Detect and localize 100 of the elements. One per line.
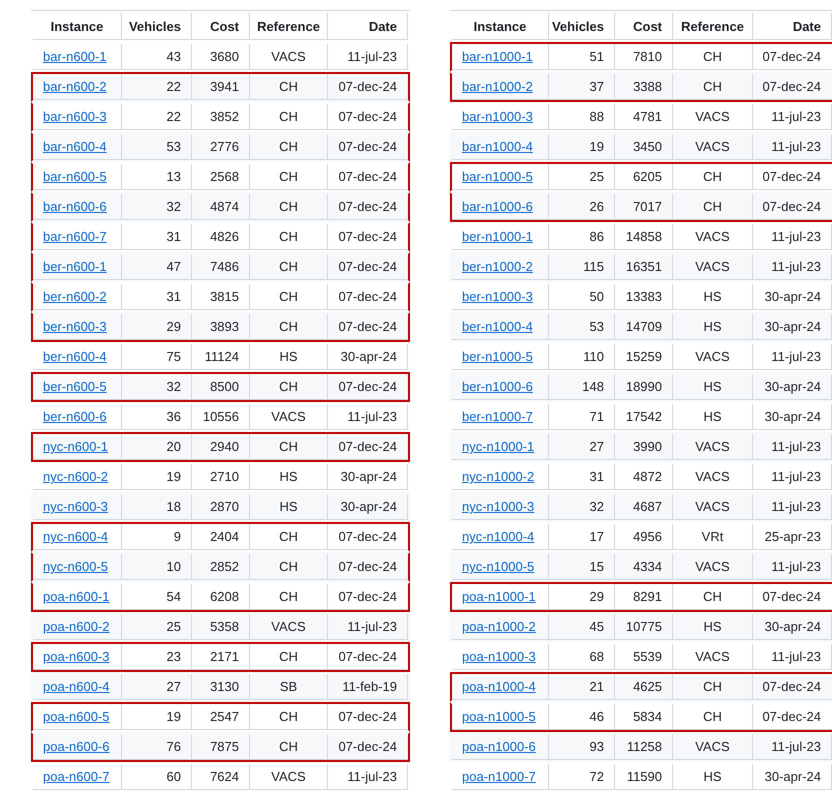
instance-link[interactable]: poa-n600-2 <box>43 619 110 634</box>
instance-link[interactable]: bar-n600-2 <box>43 79 107 94</box>
instance-link[interactable]: nyc-n600-3 <box>43 499 108 514</box>
instance-link[interactable]: nyc-n1000-3 <box>462 499 534 514</box>
table-cell-text: 110 <box>583 349 604 364</box>
table-cell-text: 15259 <box>626 349 662 364</box>
table-cell-text: 07-dec-24 <box>338 229 397 244</box>
table-cell-text: 19 <box>166 469 181 484</box>
table-cell-text: 2568 <box>210 169 239 184</box>
instance-link[interactable]: bar-n600-4 <box>43 139 107 154</box>
instance-link[interactable]: bar-n1000-1 <box>462 49 533 64</box>
instance-link[interactable]: nyc-n1000-1 <box>462 439 534 454</box>
table-cell-text: 11-jul-23 <box>771 139 821 154</box>
instance-link[interactable]: ber-n600-4 <box>43 349 107 364</box>
table-cell-text: 07-dec-24 <box>338 319 397 334</box>
instance-link[interactable]: poa-n600-7 <box>43 769 110 784</box>
instance-link[interactable]: ber-n600-1 <box>43 259 107 274</box>
instance-link[interactable]: ber-n600-6 <box>43 409 107 424</box>
table-cell-text: 4874 <box>210 199 239 214</box>
table-cell-text: 11-jul-23 <box>347 409 397 424</box>
instance-link[interactable]: bar-n1000-2 <box>462 79 533 94</box>
table-cell-text: CH <box>279 139 298 154</box>
table-cell-text: 3941 <box>210 79 239 94</box>
instance-link[interactable]: nyc-n600-4 <box>43 529 108 544</box>
instance-link[interactable]: bar-n600-6 <box>43 199 107 214</box>
instance-link[interactable]: ber-n600-2 <box>43 289 107 304</box>
table-cell-text: 31 <box>590 469 604 484</box>
table-cell-text: 7486 <box>210 259 239 274</box>
table-cell-text: VACS <box>695 139 730 154</box>
table-cell-text: 115 <box>583 259 604 274</box>
table-cell-text: CH <box>703 169 722 184</box>
instance-link[interactable]: poa-n1000-6 <box>462 739 536 754</box>
instance-link[interactable]: poa-n1000-3 <box>462 649 536 664</box>
table-cell-text: 21 <box>590 679 604 694</box>
table-cell-text: VACS <box>271 769 306 784</box>
instance-link[interactable]: ber-n1000-7 <box>462 409 533 424</box>
table-cell-text: 07-dec-24 <box>338 79 397 94</box>
instance-link[interactable]: ber-n1000-2 <box>462 259 533 274</box>
instance-link[interactable]: nyc-n1000-5 <box>462 559 534 574</box>
instance-link[interactable]: bar-n1000-6 <box>462 199 533 214</box>
table-cell-text: VACS <box>695 439 730 454</box>
table-cell-text: 27 <box>590 439 604 454</box>
table-cell-text: 30-apr-24 <box>340 499 397 514</box>
table-cell-text: 11-jul-23 <box>771 259 821 274</box>
instance-link[interactable]: poa-n600-3 <box>43 649 110 664</box>
table-cell-text: 07-dec-24 <box>762 169 821 184</box>
instance-link[interactable]: bar-n600-5 <box>43 169 107 184</box>
instance-link[interactable]: poa-n1000-7 <box>462 769 536 784</box>
table-cell-text: 45 <box>590 619 604 634</box>
table-cell-text: CH <box>703 589 722 604</box>
table-cell-text: VACS <box>695 229 730 244</box>
instance-link[interactable]: poa-n600-5 <box>43 709 110 724</box>
table-cell-text: 11-jul-23 <box>771 229 821 244</box>
table-cell-text: 2940 <box>210 439 239 454</box>
instance-link[interactable]: bar-n600-7 <box>43 229 107 244</box>
instance-link[interactable]: poa-n1000-5 <box>462 709 536 724</box>
instance-link[interactable]: ber-n1000-4 <box>462 319 533 334</box>
table-cell-text: 13 <box>166 169 181 184</box>
instance-link[interactable]: bar-n600-3 <box>43 109 107 124</box>
table-cell-text: 25-apr-23 <box>764 529 821 544</box>
instance-link[interactable]: poa-n1000-1 <box>462 589 536 604</box>
table-cell-text: 11258 <box>626 739 662 754</box>
instance-link[interactable]: ber-n600-3 <box>43 319 107 334</box>
column-header: Cost <box>633 18 662 34</box>
table-cell-text: CH <box>279 259 298 274</box>
table-cell-text: CH <box>279 439 298 454</box>
table-cell-text: 17 <box>590 529 604 544</box>
instance-link[interactable]: nyc-n1000-4 <box>462 529 534 544</box>
table-cell-text: CH <box>279 739 298 754</box>
table-cell-text: 60 <box>166 769 181 784</box>
instance-link[interactable]: nyc-n600-2 <box>43 469 108 484</box>
instance-link[interactable]: poa-n1000-2 <box>462 619 536 634</box>
instance-link[interactable]: bar-n1000-3 <box>462 109 533 124</box>
instance-link[interactable]: bar-n1000-5 <box>462 169 533 184</box>
instance-link[interactable]: poa-n600-1 <box>43 589 110 604</box>
instance-link[interactable]: ber-n600-5 <box>43 379 107 394</box>
instance-link[interactable]: nyc-n600-5 <box>43 559 108 574</box>
instance-link[interactable]: ber-n1000-5 <box>462 349 533 364</box>
table-cell-text: 11-jul-23 <box>771 499 821 514</box>
instance-link[interactable]: bar-n600-1 <box>43 49 107 64</box>
table-cell-text: 2776 <box>210 139 239 154</box>
instance-link[interactable]: nyc-n600-1 <box>43 439 108 454</box>
table-cell-text: 68 <box>590 649 604 664</box>
instance-link[interactable]: ber-n1000-6 <box>462 379 533 394</box>
instance-link[interactable]: nyc-n1000-2 <box>462 469 534 484</box>
table-cell-text: VACS <box>695 499 730 514</box>
table-cell-text: 3680 <box>210 49 239 64</box>
instance-link[interactable]: poa-n600-4 <box>43 679 110 694</box>
instance-link[interactable]: poa-n1000-4 <box>462 679 536 694</box>
column-header: Instance <box>474 18 526 34</box>
table-cell-text: 32 <box>590 499 604 514</box>
instance-link[interactable]: ber-n1000-3 <box>462 289 533 304</box>
table-cell-text: VACS <box>695 739 730 754</box>
table-cell-text: 07-dec-24 <box>762 709 821 724</box>
instance-link[interactable]: ber-n1000-1 <box>462 229 533 244</box>
table-cell-text: CH <box>703 49 722 64</box>
instance-link[interactable]: bar-n1000-4 <box>462 139 533 154</box>
table-cell-text: 3388 <box>633 79 662 94</box>
table-cell-text: 51 <box>590 49 604 64</box>
instance-link[interactable]: poa-n600-6 <box>43 739 110 754</box>
